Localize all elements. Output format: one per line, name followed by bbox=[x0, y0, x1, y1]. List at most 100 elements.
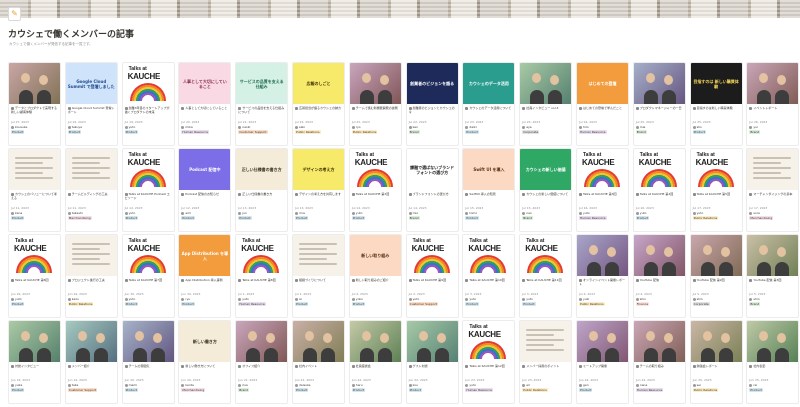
gallery-card[interactable]: Google Cloud Summit で登壇しました Google Cloud … bbox=[64, 62, 118, 146]
gallery-card[interactable]: 社員インタビュー vol.3 Jul 24, 2023 aya Corporate bbox=[519, 62, 573, 146]
card-title[interactable]: 新しい働き方について bbox=[181, 364, 228, 376]
gallery-card[interactable]: ゲスト対談 Jun 22, 2023 kou Product bbox=[405, 320, 459, 404]
gallery-card[interactable]: App Distribution を導入 App Distribution 導入事… bbox=[178, 234, 232, 318]
gallery-card[interactable]: Talks at KAUCHE Talks at KAUCHE 第8回 Jul 1, … bbox=[235, 234, 289, 318]
gallery-card[interactable]: プロジェクト進行の工夫 Jun 29, 2023 kazu Public Relati… bbox=[64, 234, 118, 318]
gallery-card[interactable]: プロダクトマネージャーの一日 Jul 25, 2023 mai Brand bbox=[632, 62, 686, 146]
gallery-card[interactable]: 新しい働き方 新しい働き方について Jun 20, 2023 kenta Merchan… bbox=[178, 320, 232, 404]
gallery-card[interactable]: 勉強会レポート Jun 25, 2023 sei Public Relations bbox=[689, 320, 743, 404]
card-title[interactable]: Podcast 配信のお知らせ bbox=[181, 192, 228, 204]
card-title[interactable]: Talks at KAUCHE Podcast エピソード bbox=[124, 192, 172, 204]
card-title[interactable]: 組織づくりについて bbox=[295, 278, 342, 290]
card-title[interactable]: Talks at KAUCHE 第3回 bbox=[579, 192, 626, 204]
card-title[interactable]: Talks at KAUCHE 第6回 bbox=[11, 278, 58, 290]
gallery-card[interactable]: 創業者のビジョンを語る 創業者のビジョンとカウシェの今 Jul 22, 2023 ke… bbox=[405, 62, 459, 146]
card-title[interactable]: チームで挑む新機能開発の裏側 bbox=[351, 106, 399, 118]
gallery-card[interactable]: サービスの品質を支える仕組み サービスの品質を支える仕組みについて Jul 21, … bbox=[235, 62, 289, 146]
gallery-card[interactable]: Talks at KAUCHE Talks at KAUCHE Podcast エピ… bbox=[121, 148, 175, 232]
card-title[interactable]: メンバー採用のポイント bbox=[522, 364, 569, 376]
card-title[interactable]: 社内表彰 bbox=[749, 364, 796, 376]
gallery-card[interactable]: 社内イベント Jun 21, 2023 daisuke Product bbox=[292, 320, 345, 404]
gallery-card[interactable]: メンバー採用のポイント Jun 23, 2023 eri Public Relatio… bbox=[519, 320, 573, 404]
gallery-card[interactable]: Talks at KAUCHE Talks at KAUCHE 第7回 Jun 30,… bbox=[121, 234, 175, 318]
gallery-card[interactable]: Swift UI を導入 SwiftUI 導入の知見 Jul 15, 2023 tom… bbox=[462, 148, 516, 232]
gallery-card[interactable]: 新しい取り組み 新しい取り組みのご紹介 Jul 2, 2023 yoko Product bbox=[348, 234, 402, 318]
gallery-card[interactable]: Talks at KAUCHE Talks at KAUCHE 第10回 Jul 3,… bbox=[462, 234, 516, 318]
gallery-card[interactable]: チームで挑む新機能開発の裏側 Jul 22, 2023 ryo Public Rela… bbox=[348, 62, 402, 146]
gallery-card[interactable]: カウシェのデータ活用 カウシェのデータ活用について Jul 23, 2023 daik… bbox=[462, 62, 516, 146]
card-title[interactable]: Talks at KAUCHE 第5回 bbox=[692, 192, 740, 204]
card-title[interactable]: 正しい仕様書の書き方 bbox=[238, 192, 285, 204]
card-title[interactable]: チームの雰囲気 bbox=[124, 364, 172, 376]
gallery-card[interactable]: カウシェのバリューについて考える Jul 11, 2023 kana Product bbox=[8, 148, 61, 232]
card-title[interactable]: Talks at KAUCHE 第4回 bbox=[635, 192, 683, 204]
card-title[interactable]: チームビルディングの工夫 bbox=[67, 192, 115, 204]
gallery-card[interactable]: 目指すのは 新しい購買体験 目指すのは新しい購買体験 Jul 25, 2023 sho… bbox=[689, 62, 743, 146]
gallery-card[interactable]: カウシェの新しい価値 カウシェの新しい価値について Jul 15, 2023 nao B… bbox=[519, 148, 573, 232]
card-title[interactable]: Google Cloud Summit 登壇レポート bbox=[67, 106, 115, 118]
gallery-card[interactable]: YouTube 配信 第2回 Jul 5, 2023 shin Corporate bbox=[689, 234, 743, 318]
card-title[interactable]: 人事として大切にしていること bbox=[181, 106, 228, 118]
gallery-card[interactable]: Talks at KAUCHE 創業3年目のスタートアップが描くプロダクトの未来 Ju… bbox=[121, 62, 175, 146]
card-title[interactable]: Talks at KAUCHE 第2回 bbox=[351, 192, 399, 204]
card-title[interactable]: データとプロダクトで実現する新しい顧客体験 bbox=[11, 106, 58, 118]
gallery-card[interactable]: Talks at KAUCHE Talks at KAUCHE 第3回 Jul 16,… bbox=[576, 148, 629, 232]
gallery-card[interactable]: チームビルディングの工夫 Jul 11, 2023 takashi Merchandi… bbox=[64, 148, 118, 232]
card-title[interactable]: メンバー紹介 bbox=[67, 364, 115, 376]
card-title[interactable]: 社員インタビュー vol.3 bbox=[522, 106, 569, 118]
gallery-card[interactable]: 組織づくりについて Jul 1, 2023 ai Product bbox=[292, 234, 345, 318]
card-title[interactable]: サービスの品質を支える仕組みについて bbox=[238, 106, 285, 118]
card-title[interactable]: オンラインイベント開催レポート bbox=[579, 278, 626, 290]
gallery-card[interactable]: 社内表彰 Jun 25, 2023 rei Product bbox=[746, 320, 800, 404]
card-title[interactable]: 新しい取り組みのご紹介 bbox=[351, 278, 399, 290]
gallery-card[interactable]: YouTube 配信 Jul 4, 2023 shin Finance bbox=[632, 234, 686, 318]
card-title[interactable]: YouTube 配信 bbox=[635, 278, 683, 290]
card-title[interactable]: 社員座談会 bbox=[351, 364, 399, 376]
card-title[interactable]: カウシェの新しい価値について bbox=[522, 192, 569, 204]
gallery-card[interactable]: 広報のしごと 広報担当が語るカウシェの魅力 Jul 21, 2023 saki Publ… bbox=[292, 62, 345, 146]
gallery-card[interactable]: Talks at KAUCHE Talks at KAUCHE 第6回 Jun 29,… bbox=[8, 234, 61, 318]
card-title[interactable]: オフィス紹介 bbox=[238, 364, 285, 376]
card-title[interactable]: App Distribution 導入事例 bbox=[181, 278, 228, 290]
card-title[interactable]: 創業者のビジョンとカウシェの今 bbox=[408, 106, 456, 118]
gallery-card[interactable]: デザインの考え方 デザインの考え方を共有します Jul 13, 2023 rina Pr… bbox=[292, 148, 345, 232]
gallery-card[interactable]: チームの取り組み Jun 24, 2023 nana Human Resource bbox=[632, 320, 686, 404]
gallery-card[interactable]: Talks at KAUCHE Talks at KAUCHE 第12回 Jun 23… bbox=[462, 320, 516, 404]
gallery-card[interactable]: オンラインイベント開催レポート Jul 4, 2023 yuki Public Rel… bbox=[576, 234, 629, 318]
gallery-card[interactable]: はじめての登壇 はじめての登壇で学んだこと Jul 24, 2023 hiro Huma… bbox=[576, 62, 629, 146]
gallery-card[interactable]: 課題で選ばないブランドフォントの選び方 ブランドフォントの選び方 Jul 14, 2… bbox=[405, 148, 459, 232]
gallery-card[interactable]: イベントレポート Jul 26, 2023 yui Brand bbox=[746, 62, 800, 146]
card-title[interactable]: カウシェのバリューについて考える bbox=[11, 192, 58, 204]
gallery-card[interactable]: データとプロダクトで実現する新しい顧客体験 Jul 27, 2023 kousuke… bbox=[8, 62, 61, 146]
card-title[interactable]: はじめての登壇で学んだこと bbox=[579, 106, 626, 118]
card-title[interactable]: デザインの考え方を共有します bbox=[295, 192, 342, 204]
card-title[interactable]: 社内イベント bbox=[295, 364, 342, 376]
card-title[interactable]: SwiftUI 導入の知見 bbox=[465, 192, 512, 204]
card-title[interactable]: 広報担当が語るカウシェの魅力 bbox=[295, 106, 342, 118]
card-title[interactable]: ゲスト対談 bbox=[408, 364, 456, 376]
card-title[interactable]: Talks at KAUCHE 第10回 bbox=[465, 278, 512, 290]
gallery-card[interactable]: 人事として大切にしていること 人事として大切にしていること Jul 20, 2023… bbox=[178, 62, 232, 146]
gallery-card[interactable]: Podcast 配信中 Podcast 配信のお知らせ Jul 12, 2023 em… bbox=[178, 148, 232, 232]
card-title[interactable]: イベントレポート bbox=[749, 106, 796, 118]
card-title[interactable]: 対談インタビュー bbox=[11, 364, 58, 376]
card-title[interactable]: ブランドフォントの選び方 bbox=[408, 192, 456, 204]
gallery-card[interactable]: 社員座談会 Jun 22, 2023 haru Product bbox=[348, 320, 402, 404]
card-title[interactable]: 勉強会レポート bbox=[692, 364, 740, 376]
gallery-card[interactable]: 対談インタビュー Jun 19, 2023 yuka Product bbox=[8, 320, 61, 404]
gallery-card[interactable]: チームの雰囲気 Jun 20, 2023 mami Product bbox=[121, 320, 175, 404]
card-title[interactable]: Talks at KAUCHE 第7回 bbox=[124, 278, 172, 290]
gallery-card[interactable]: Talks at KAUCHE Talks at KAUCHE 第9回 Jul 2, … bbox=[405, 234, 459, 318]
card-title[interactable]: マーチャンダイジングの基本 bbox=[749, 192, 796, 204]
gallery-card[interactable]: メンバー紹介 Jun 19, 2023 taka Customer Support bbox=[64, 320, 118, 404]
gallery-card[interactable]: 正しい仕様書の書き方 正しい仕様書の書き方 Jul 13, 2023 jun Produ… bbox=[235, 148, 289, 232]
card-title[interactable]: Talks at KAUCHE 第12回 bbox=[465, 364, 512, 376]
gallery-card[interactable]: Talks at KAUCHE Talks at KAUCHE 第11回 Jul 3,… bbox=[519, 234, 573, 318]
gallery-card[interactable]: オフィス紹介 Jun 21, 2023 risa Brand bbox=[235, 320, 289, 404]
card-title[interactable]: Talks at KAUCHE 第11回 bbox=[522, 278, 569, 290]
card-title[interactable]: ミートアップ開催 bbox=[579, 364, 626, 376]
gallery-card[interactable]: Talks at KAUCHE Talks at KAUCHE 第2回 Jul 14,… bbox=[348, 148, 402, 232]
card-title[interactable]: Talks at KAUCHE 第9回 bbox=[408, 278, 456, 290]
card-title[interactable]: チームの取り組み bbox=[635, 364, 683, 376]
card-title[interactable]: プロダクトマネージャーの一日 bbox=[635, 106, 683, 118]
